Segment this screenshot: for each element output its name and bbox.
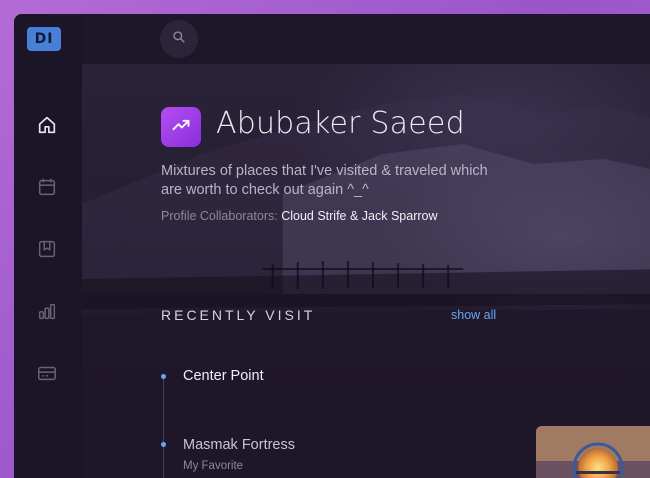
- collaborators-names[interactable]: Cloud Strife & Jack Sparrow: [281, 209, 437, 223]
- recently-visit-title: RECENTLY VISIT: [161, 307, 316, 323]
- sidebar-item-home[interactable]: [36, 114, 58, 136]
- credit-card-icon: [36, 362, 58, 384]
- bar-chart-icon: [36, 300, 58, 322]
- sunset-photo: [536, 426, 650, 478]
- place-name-center-point[interactable]: Center Point: [183, 368, 264, 384]
- search-button[interactable]: [160, 20, 198, 58]
- trending-up-icon: [171, 115, 191, 140]
- place-thumbnail[interactable]: [536, 426, 650, 478]
- profile-description: Mixtures of places that I've visited & t…: [161, 163, 488, 198]
- sidebar-item-payments[interactable]: [36, 362, 58, 384]
- app-logo[interactable]: DI: [27, 27, 61, 51]
- profile-badge: [161, 107, 201, 147]
- bookmark-icon: [36, 238, 58, 260]
- sidebar-item-bookmarks[interactable]: [36, 238, 58, 260]
- sidebar: DI: [14, 14, 82, 478]
- calendar-icon: [36, 176, 58, 198]
- sidebar-item-stats[interactable]: [36, 300, 58, 322]
- app-window: DI Abubaker Saeed Mixtures of places tha…: [14, 14, 650, 478]
- profile-hero: Abubaker Saeed Mixtures of places that I…: [82, 64, 650, 478]
- profile-collaborators: Profile Collaborators: Cloud Strife & Ja…: [161, 209, 438, 223]
- search-icon: [172, 30, 186, 49]
- collaborators-label: Profile Collaborators:: [161, 209, 278, 223]
- show-all-link[interactable]: show all: [451, 308, 496, 322]
- profile-name: Abubaker Saeed: [216, 106, 465, 141]
- timeline-dot: [161, 374, 166, 379]
- timeline-line: [163, 376, 164, 478]
- home-icon: [36, 114, 58, 136]
- place-subtitle: My Favorite: [183, 460, 244, 472]
- top-bar: [82, 14, 650, 64]
- timeline-dot: [161, 442, 166, 447]
- sidebar-item-calendar[interactable]: [36, 176, 58, 198]
- place-name-masmak-fortress[interactable]: Masmak Fortress: [183, 437, 295, 453]
